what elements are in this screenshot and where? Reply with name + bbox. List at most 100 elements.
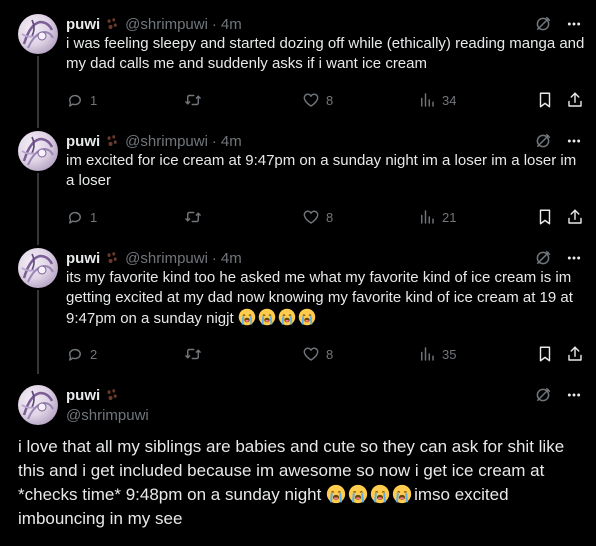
reply-button[interactable]: 1: [66, 207, 97, 227]
tweet-actions: 1 8 34: [66, 90, 586, 110]
user-handle[interactable]: @shrimpuwi: [125, 16, 208, 33]
like-button[interactable]: 8: [302, 344, 333, 364]
user-handle[interactable]: @shrimpuwi: [125, 250, 208, 267]
separator: ·: [211, 249, 217, 267]
display-name[interactable]: puwi: [66, 250, 100, 267]
reply-button[interactable]: 1: [66, 90, 97, 110]
tweet-actions: 2 8 35: [66, 344, 586, 364]
more-dots-icon[interactable]: [566, 133, 582, 149]
tweet-text: i love that all my siblings are babies a…: [18, 435, 588, 531]
separator: ·: [211, 132, 217, 150]
tweet-text: im excited for ice cream at 9:47pm on a …: [66, 152, 577, 189]
views-bar-chart-icon: [418, 91, 436, 109]
timestamp[interactable]: 4m: [221, 16, 242, 33]
loudly-crying-face-emoji: [326, 484, 346, 504]
retweet-button[interactable]: [184, 344, 202, 364]
grok-icon[interactable]: [534, 132, 552, 150]
thread-connector-line: [37, 173, 39, 245]
views-bar-chart-icon: [418, 208, 436, 226]
user-handle[interactable]: @shrimpuwi: [125, 133, 208, 150]
timestamp[interactable]: 4m: [221, 250, 242, 267]
grok-icon[interactable]: [534, 15, 552, 33]
avatar[interactable]: [18, 248, 58, 288]
views-bar-chart-icon: [418, 345, 436, 363]
thread: puwi @shrimpuwi · 4m i was feeling sleep…: [0, 0, 596, 546]
share-button[interactable]: [566, 90, 584, 110]
grok-icon[interactable]: [534, 386, 552, 404]
tweet-header: puwi @shrimpuwi: [66, 385, 149, 425]
user-handle[interactable]: @shrimpuwi: [66, 407, 149, 424]
tweet-text: i was feeling sleepy and started dozing …: [66, 35, 585, 72]
grok-icon[interactable]: [534, 249, 552, 267]
retweet-button[interactable]: [184, 90, 202, 110]
share-button[interactable]: [566, 207, 584, 227]
display-name[interactable]: puwi: [66, 16, 100, 33]
loudly-crying-face-emoji: [370, 484, 390, 504]
heart-icon: [302, 208, 320, 226]
more-dots-icon[interactable]: [566, 387, 582, 403]
paw-emoji-icon: [105, 134, 119, 148]
views-count: 34: [442, 92, 457, 108]
reply-bubble-icon: [66, 208, 84, 226]
like-count: 8: [326, 346, 334, 362]
tweet-header: puwi @shrimpuwi · 4m: [66, 131, 242, 151]
share-icon: [566, 91, 584, 109]
bookmark-button[interactable]: [536, 90, 554, 110]
like-count: 8: [326, 209, 334, 225]
views-button[interactable]: 35: [418, 344, 456, 364]
share-icon: [566, 345, 584, 363]
retweet-icon: [184, 91, 202, 109]
bookmark-icon: [536, 345, 554, 363]
tweet-top-actions: [534, 248, 582, 268]
reply-button[interactable]: 2: [66, 344, 97, 364]
reply-count: 1: [90, 92, 98, 108]
tweet-top-actions: [534, 14, 582, 34]
like-button[interactable]: 8: [302, 90, 333, 110]
display-name[interactable]: puwi: [66, 133, 100, 150]
paw-emoji-icon: [105, 251, 119, 265]
timestamp[interactable]: 4m: [221, 133, 242, 150]
reply-bubble-icon: [66, 91, 84, 109]
loudly-crying-face-emoji: [298, 308, 316, 326]
loudly-crying-face-emoji: [392, 484, 412, 504]
tweet-actions: 1 8 21: [66, 207, 586, 227]
retweet-icon: [184, 345, 202, 363]
bookmark-button[interactable]: [536, 207, 554, 227]
views-count: 35: [442, 346, 457, 362]
paw-emoji-icon: [105, 388, 119, 402]
thread-connector-line: [37, 290, 39, 374]
display-name[interactable]: puwi: [66, 387, 100, 404]
loudly-crying-face-emoji: [238, 308, 256, 326]
like-count: 8: [326, 92, 334, 108]
separator: ·: [211, 15, 217, 33]
reply-bubble-icon: [66, 345, 84, 363]
tweet-header: puwi @shrimpuwi · 4m: [66, 248, 242, 268]
paw-emoji-icon: [105, 17, 119, 31]
bookmark-icon: [536, 91, 554, 109]
tweet-top-actions: [534, 385, 582, 405]
thread-connector-line: [37, 56, 39, 128]
loudly-crying-face-emoji: [258, 308, 276, 326]
tweet-top-actions: [534, 131, 582, 151]
loudly-crying-face-emoji: [348, 484, 368, 504]
avatar[interactable]: [18, 131, 58, 171]
share-icon: [566, 208, 584, 226]
bookmark-icon: [536, 208, 554, 226]
more-dots-icon[interactable]: [566, 250, 582, 266]
tweet-header: puwi @shrimpuwi · 4m: [66, 14, 242, 34]
reply-count: 1: [90, 209, 98, 225]
crying-emoji-group: [238, 308, 318, 327]
views-button[interactable]: 34: [418, 90, 456, 110]
crying-emoji-group: [326, 484, 414, 504]
retweet-button[interactable]: [184, 207, 202, 227]
avatar[interactable]: [18, 14, 58, 54]
views-button[interactable]: 21: [418, 207, 456, 227]
bookmark-button[interactable]: [536, 344, 554, 364]
more-dots-icon[interactable]: [566, 16, 582, 32]
retweet-icon: [184, 208, 202, 226]
like-button[interactable]: 8: [302, 207, 333, 227]
tweet-text-content: its my favorite kind too he asked me wha…: [66, 269, 573, 327]
views-count: 21: [442, 209, 457, 225]
avatar[interactable]: [18, 385, 58, 425]
share-button[interactable]: [566, 344, 584, 364]
